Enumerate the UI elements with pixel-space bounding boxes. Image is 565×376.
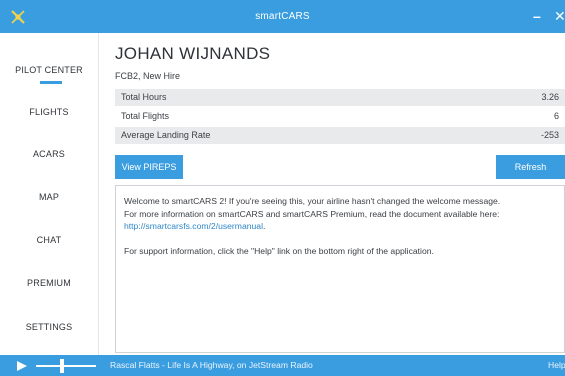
pilot-center-panel: JOHAN WIJNANDS FCB2, New Hire Total Hour… <box>99 33 565 355</box>
link-suffix: . <box>262 221 266 232</box>
help-link[interactable]: Help <box>548 360 565 370</box>
window-title: smartCARS <box>255 11 310 22</box>
minimize-icon[interactable]: – <box>533 8 541 24</box>
close-icon[interactable]: ✕ <box>554 8 565 24</box>
logo-icon <box>11 10 25 24</box>
stat-row-total-hours: Total Hours 3.26 <box>115 89 565 106</box>
stat-row-average-landing-rate: Average Landing Rate -253 <box>115 127 565 144</box>
user-manual-link[interactable]: http://smartcarsfs.com/2/usermanual <box>124 221 263 231</box>
stat-label: Average Landing Rate <box>121 130 211 140</box>
sidebar-item-settings[interactable]: SETTINGS <box>0 322 98 332</box>
stat-value: -253 <box>540 130 559 140</box>
now-playing-text: Rascal Flatts - Life Is A Highway, on Je… <box>110 360 313 370</box>
stat-value: 3.26 <box>541 92 559 102</box>
pilot-name: JOHAN WIJNANDS <box>115 44 271 63</box>
welcome-message-box: Welcome to smartCARS 2! If you're seeing… <box>115 185 565 353</box>
sidebar-item-acars[interactable]: ACARS <box>0 149 98 159</box>
welcome-link-line: http://smartcarsfs.com/2/usermanual. <box>124 220 556 233</box>
refresh-button[interactable]: Refresh <box>496 155 565 179</box>
stat-label: Total Hours <box>121 92 167 102</box>
volume-slider[interactable] <box>36 365 96 367</box>
play-icon[interactable] <box>16 360 28 372</box>
volume-slider-handle[interactable] <box>60 359 64 373</box>
radio-player-bar: Rascal Flatts - Life Is A Highway, on Je… <box>0 355 565 376</box>
sidebar-nav: PILOT CENTER FLIGHTS ACARS MAP CHAT PREM… <box>0 33 99 355</box>
smartcars-window: smartCARS – ✕ PILOT CENTER FLIGHTS ACARS… <box>0 0 565 376</box>
title-bar[interactable]: smartCARS – ✕ <box>0 0 565 33</box>
sidebar-item-flights[interactable]: FLIGHTS <box>0 107 98 117</box>
sidebar-item-premium[interactable]: PREMIUM <box>0 278 98 288</box>
welcome-line-1: Welcome to smartCARS 2! If you're seeing… <box>124 196 501 206</box>
active-tab-indicator <box>40 81 62 84</box>
welcome-line-2: For more information on smartCARS and sm… <box>124 208 500 219</box>
stat-row-total-flights: Total Flights 6 <box>115 108 565 125</box>
sidebar-item-chat[interactable]: CHAT <box>0 235 98 245</box>
sidebar-item-map[interactable]: MAP <box>0 192 98 202</box>
view-pireps-button[interactable]: View PIREPS <box>115 155 183 179</box>
support-info-text: For support information, click the "Help… <box>124 245 434 256</box>
stat-label: Total Flights <box>121 111 170 121</box>
sidebar-item-pilot-center[interactable]: PILOT CENTER <box>0 65 98 75</box>
stat-value: 6 <box>553 111 559 121</box>
pilot-rank: FCB2, New Hire <box>115 71 181 81</box>
